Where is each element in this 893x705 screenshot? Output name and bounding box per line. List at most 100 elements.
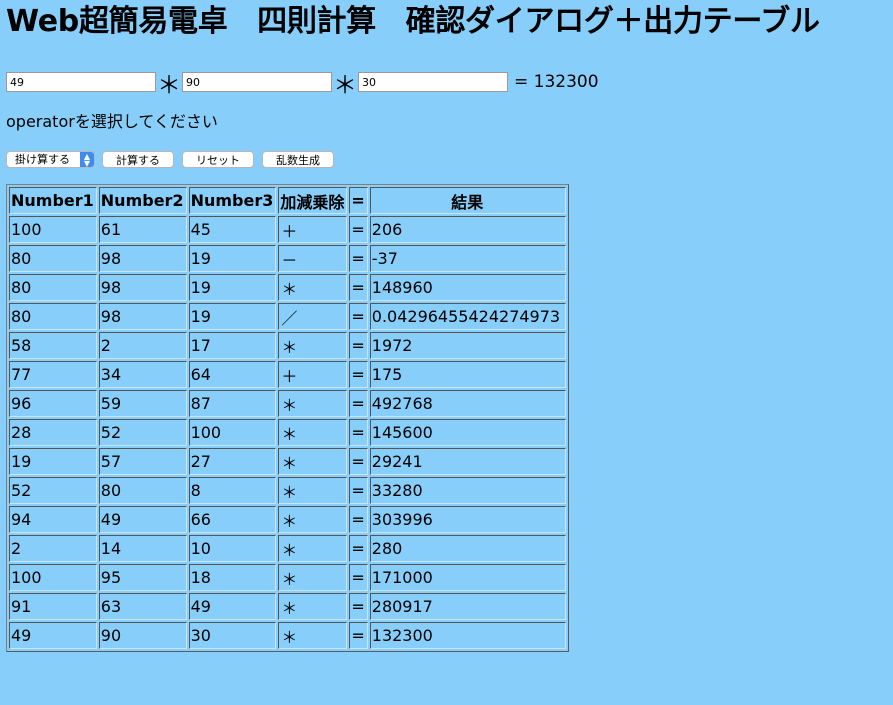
- random-button[interactable]: 乱数生成: [262, 150, 334, 168]
- cell-equals: =: [349, 593, 368, 620]
- operator-sign-1: ＊: [157, 71, 181, 99]
- cell-operator: ＊: [278, 274, 348, 301]
- calculation-result: = 132300: [514, 72, 599, 92]
- cell-equals: =: [349, 245, 368, 272]
- cell-equals: =: [349, 361, 368, 388]
- cell-number1: 80: [9, 303, 97, 330]
- header-result: 結果: [369, 187, 566, 214]
- cell-number3: 45: [188, 216, 277, 243]
- table-row: 77 34 64 ＋ = 175: [9, 361, 566, 388]
- cell-equals: =: [349, 332, 368, 359]
- operator-select[interactable]: 掛け算する ▲ ▼: [6, 150, 95, 168]
- table-row: 52 80 8 ＊ = 33280: [9, 477, 566, 504]
- cell-number2: 95: [98, 564, 187, 591]
- table-row: 58 2 17 ＊ = 1972: [9, 332, 566, 359]
- cell-number1: 2: [9, 535, 97, 562]
- cell-number2: 52: [98, 419, 187, 446]
- cell-number2: 49: [98, 506, 187, 533]
- table-row: 28 52 100 ＊ = 145600: [9, 419, 566, 446]
- cell-number3: 19: [188, 245, 277, 272]
- table-row: 100 61 45 ＋ = 206: [9, 216, 566, 243]
- cell-result: 492768: [369, 390, 566, 417]
- cell-number2: 34: [98, 361, 187, 388]
- cell-result: 280: [369, 535, 566, 562]
- cell-number2: 98: [98, 245, 187, 272]
- header-number2: Number2: [98, 187, 187, 214]
- number3-input[interactable]: [358, 72, 508, 92]
- table-row: 96 59 87 ＊ = 492768: [9, 390, 566, 417]
- number1-input[interactable]: [6, 72, 156, 92]
- operator-select-value: 掛け算する: [15, 152, 70, 166]
- table-row: 19 57 27 ＊ = 29241: [9, 448, 566, 475]
- cell-number2: 90: [98, 622, 187, 649]
- results-table: Number1 Number2 Number3 加減乗除 = 結果 100 61 4…: [6, 184, 569, 652]
- cell-number1: 94: [9, 506, 97, 533]
- cell-result: 33280: [369, 477, 566, 504]
- cell-number2: 80: [98, 477, 187, 504]
- reset-button[interactable]: リセット: [182, 150, 254, 168]
- cell-equals: =: [349, 477, 368, 504]
- cell-operator: ＊: [278, 622, 348, 649]
- table-row: 100 95 18 ＊ = 171000: [9, 564, 566, 591]
- cell-result: 280917: [369, 593, 566, 620]
- cell-operator: －: [278, 245, 348, 272]
- cell-number1: 77: [9, 361, 97, 388]
- table-row: 80 98 19 ／ = 0.04296455424274973: [9, 303, 566, 330]
- cell-number2: 59: [98, 390, 187, 417]
- cell-result: 148960: [369, 274, 566, 301]
- controls-bar: 掛け算する ▲ ▼ 計算する リセット 乱数生成: [6, 150, 887, 168]
- instruction-message: operatorを選択してください: [6, 112, 218, 131]
- cell-result: 132300: [369, 622, 566, 649]
- cell-operator: ＊: [278, 506, 348, 533]
- cell-result: 206: [369, 216, 566, 243]
- cell-result: 145600: [369, 419, 566, 446]
- calculate-button[interactable]: 計算する: [102, 150, 174, 168]
- table-row: 2 14 10 ＊ = 280: [9, 535, 566, 562]
- calculation-row: ＊ ＊ = 132300: [6, 70, 887, 99]
- cell-equals: =: [349, 274, 368, 301]
- table-row: 80 98 19 － = -37: [9, 245, 566, 272]
- calculator-page: Web超簡易電卓 四則計算 確認ダイアログ＋出力テーブル ＊ ＊ = 13230…: [0, 0, 893, 705]
- header-operator: 加減乗除: [278, 187, 348, 214]
- cell-number1: 100: [9, 564, 97, 591]
- cell-equals: =: [349, 216, 368, 243]
- table-row: 91 63 49 ＊ = 280917: [9, 593, 566, 620]
- cell-number3: 8: [188, 477, 277, 504]
- cell-operator: ＊: [278, 535, 348, 562]
- cell-number1: 19: [9, 448, 97, 475]
- cell-result: 175: [369, 361, 566, 388]
- cell-equals: =: [349, 448, 368, 475]
- cell-equals: =: [349, 535, 368, 562]
- cell-number2: 98: [98, 274, 187, 301]
- cell-result: -37: [369, 245, 566, 272]
- cell-number1: 96: [9, 390, 97, 417]
- table-row: 49 90 30 ＊ = 132300: [9, 622, 566, 649]
- cell-number3: 64: [188, 361, 277, 388]
- cell-equals: =: [349, 622, 368, 649]
- cell-number1: 80: [9, 274, 97, 301]
- cell-result: 29241: [369, 448, 566, 475]
- cell-number2: 57: [98, 448, 187, 475]
- cell-number3: 19: [188, 303, 277, 330]
- cell-number3: 27: [188, 448, 277, 475]
- table-row: 94 49 66 ＊ = 303996: [9, 506, 566, 533]
- cell-operator: ／: [278, 303, 348, 330]
- cell-number1: 100: [9, 216, 97, 243]
- table-body: 100 61 45 ＋ = 206 80 98 19 － = -37 80 98 19 ＊ = 148960 80 9…: [9, 216, 566, 649]
- cell-number3: 10: [188, 535, 277, 562]
- cell-number1: 49: [9, 622, 97, 649]
- cell-operator: ＊: [278, 448, 348, 475]
- cell-operator: ＊: [278, 332, 348, 359]
- cell-operator: ＋: [278, 216, 348, 243]
- operator-sign-2: ＊: [333, 71, 357, 99]
- cell-number3: 49: [188, 593, 277, 620]
- cell-number3: 100: [188, 419, 277, 446]
- cell-equals: =: [349, 564, 368, 591]
- cell-equals: =: [349, 419, 368, 446]
- cell-number3: 66: [188, 506, 277, 533]
- cell-result: 0.04296455424274973: [369, 303, 566, 330]
- cell-number1: 28: [9, 419, 97, 446]
- cell-number3: 30: [188, 622, 277, 649]
- table-header-row: Number1 Number2 Number3 加減乗除 = 結果: [9, 187, 566, 214]
- number2-input[interactable]: [182, 72, 332, 92]
